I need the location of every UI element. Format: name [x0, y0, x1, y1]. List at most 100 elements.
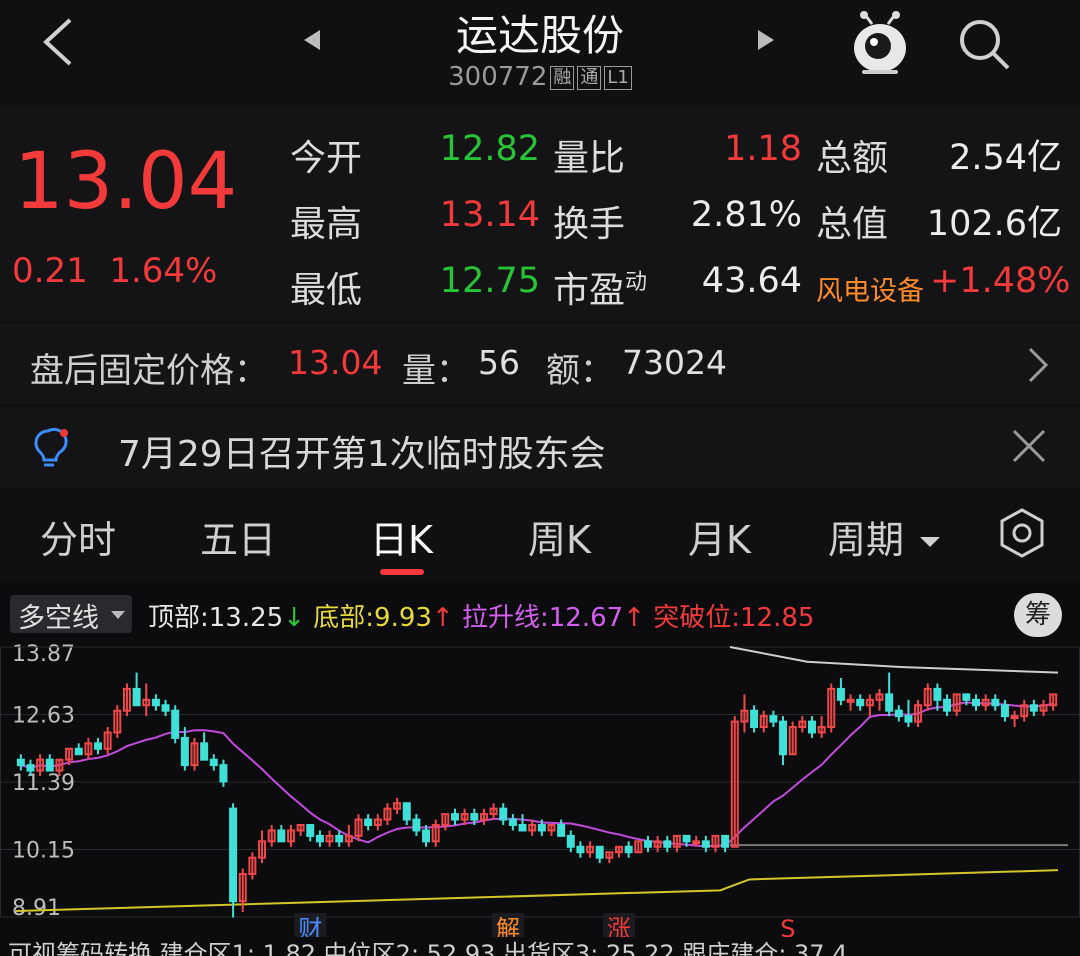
- bottom-arrow: ↑: [431, 603, 454, 633]
- high-value: 13.14: [439, 195, 540, 235]
- candle-body: [94, 742, 103, 750]
- turnover-amount-label: 总额: [816, 138, 889, 179]
- tab-period-label: 周期: [828, 518, 905, 562]
- pe-dynamic-sup: 动: [625, 270, 648, 295]
- tab-five-day[interactable]: 五日: [200, 509, 276, 564]
- candle-body: [74, 747, 83, 756]
- candle-body: [894, 709, 903, 718]
- tab-period-menu[interactable]: 周期: [828, 509, 904, 564]
- y-tick-label: 13.87: [12, 642, 75, 667]
- volume-ratio-label: 量比: [553, 138, 626, 179]
- candle-body: [750, 709, 759, 729]
- candle-body: [219, 764, 228, 783]
- candle-body: [161, 704, 170, 712]
- candle-body: [16, 758, 25, 767]
- y-tick-label: 12.63: [12, 704, 75, 729]
- candle-body: [595, 845, 604, 859]
- stock-code-row: 300772 融通 L1: [395, 62, 685, 92]
- market-cap-label: 总值: [816, 204, 889, 245]
- tab-daily-k[interactable]: 日K: [370, 509, 433, 564]
- candle-body: [180, 736, 189, 767]
- tab-intraday[interactable]: 分时: [40, 509, 116, 564]
- top-value: 13.25: [208, 603, 284, 633]
- pe-label: 市盈动: [553, 261, 647, 313]
- kline-plot[interactable]: 13.8712.6311.3910.158.91财解涨 S: [0, 637, 1080, 937]
- candle-body: [402, 802, 411, 821]
- event-marker: S: [780, 915, 795, 937]
- y-tick-label: 11.39: [12, 771, 75, 796]
- mascot-icon[interactable]: [848, 8, 912, 76]
- candle-body: [229, 807, 238, 903]
- turnover-amount-value: 2.54亿: [949, 138, 1062, 178]
- badge-l1: L1: [604, 65, 632, 90]
- candle-body: [315, 834, 324, 843]
- badge-tong: 通: [577, 65, 602, 90]
- candle-body: [566, 834, 575, 848]
- open-label: 今开: [290, 138, 363, 179]
- last-price: 13.04: [14, 137, 238, 227]
- settings-icon[interactable]: [996, 507, 1048, 559]
- after-hours-volume: 56: [478, 343, 520, 382]
- notice-bar[interactable]: 7月29日召开第1次临时股东会: [0, 407, 1080, 487]
- search-icon[interactable]: [954, 14, 1014, 74]
- period-tabs: 分时 五日 日K 周K 月K 周期: [0, 489, 1080, 581]
- candle-body: [904, 715, 913, 723]
- tab-monthly-k[interactable]: 月K: [688, 509, 751, 564]
- candle-body: [306, 824, 315, 837]
- quote-panel: 13.04 0.21 1.64% 今开 12.82 量比 1.18 总额 2.5…: [0, 107, 1080, 322]
- open-value: 12.82: [439, 129, 540, 169]
- candle-body: [209, 758, 218, 767]
- candle-body: [643, 840, 652, 848]
- turnover-rate-label: 换手: [553, 204, 626, 245]
- back-icon[interactable]: [38, 16, 78, 68]
- indicator-selector-label: 多空线: [18, 603, 99, 634]
- candle-body: [200, 742, 209, 761]
- chip-footer-text: 可视筹码转换 建仓区1: 1.82 中位区2: 52.93 出货区3: 25.2…: [8, 940, 848, 956]
- candle-body: [701, 840, 710, 848]
- candle-body: [779, 720, 788, 756]
- candle-body: [364, 818, 373, 827]
- candle-body: [962, 693, 971, 701]
- bottom-label: 底部:: [313, 603, 375, 633]
- next-stock-icon[interactable]: [756, 28, 778, 52]
- close-icon[interactable]: [1010, 427, 1048, 465]
- after-hours-volume-label: 量：: [402, 351, 470, 391]
- bottom-line: [15, 869, 1059, 913]
- caret-down-icon: [920, 537, 940, 547]
- after-hours-amount: 73024: [622, 343, 727, 382]
- candle-body: [518, 824, 527, 832]
- stock-code: 300772: [448, 62, 548, 92]
- candle-body: [971, 698, 980, 707]
- header-bar: 运达股份 300772 融通 L1: [0, 0, 1080, 106]
- event-marker: 解: [496, 915, 520, 937]
- rise-label: 拉升线:: [461, 603, 549, 633]
- candle-body: [508, 818, 517, 827]
- price-change: 0.21 1.64%: [12, 251, 217, 291]
- indicator-legend: 顶部:13.25↓ 底部:9.93↑ 拉升线:12.67↑ 突破位:12.85: [148, 597, 814, 634]
- candle-body: [663, 840, 672, 848]
- candle-body: [499, 807, 508, 821]
- candle-body: [151, 698, 160, 707]
- candle-body: [624, 845, 633, 854]
- rise-arrow: ↑: [623, 603, 645, 633]
- after-hours-row[interactable]: 盘后固定价格： 13.04 量： 56 额： 73024: [0, 323, 1080, 405]
- event-marker: 涨: [607, 915, 631, 937]
- after-hours-amount-label: 额：: [546, 351, 614, 391]
- candle-body: [933, 687, 942, 701]
- candle-body: [277, 829, 286, 843]
- indicator-selector[interactable]: 多空线: [10, 595, 132, 634]
- candle-body: [991, 698, 1000, 707]
- chevron-right-icon: [1028, 347, 1049, 383]
- top-line: [729, 646, 1059, 674]
- stock-name: 运达股份: [455, 11, 624, 60]
- candle-body: [132, 687, 141, 707]
- prev-stock-icon[interactable]: [300, 28, 322, 52]
- candle-body: [807, 720, 816, 734]
- volume-ratio-value: 1.18: [724, 129, 802, 169]
- low-label: 最低: [290, 270, 363, 311]
- low-value: 12.75: [439, 261, 540, 301]
- notice-text[interactable]: 7月29日召开第1次临时股东会: [118, 425, 606, 477]
- tab-weekly-k[interactable]: 周K: [528, 509, 591, 564]
- sector-name[interactable]: 风电设备: [816, 269, 924, 308]
- chip-distribution-button[interactable]: 筹: [1014, 593, 1062, 637]
